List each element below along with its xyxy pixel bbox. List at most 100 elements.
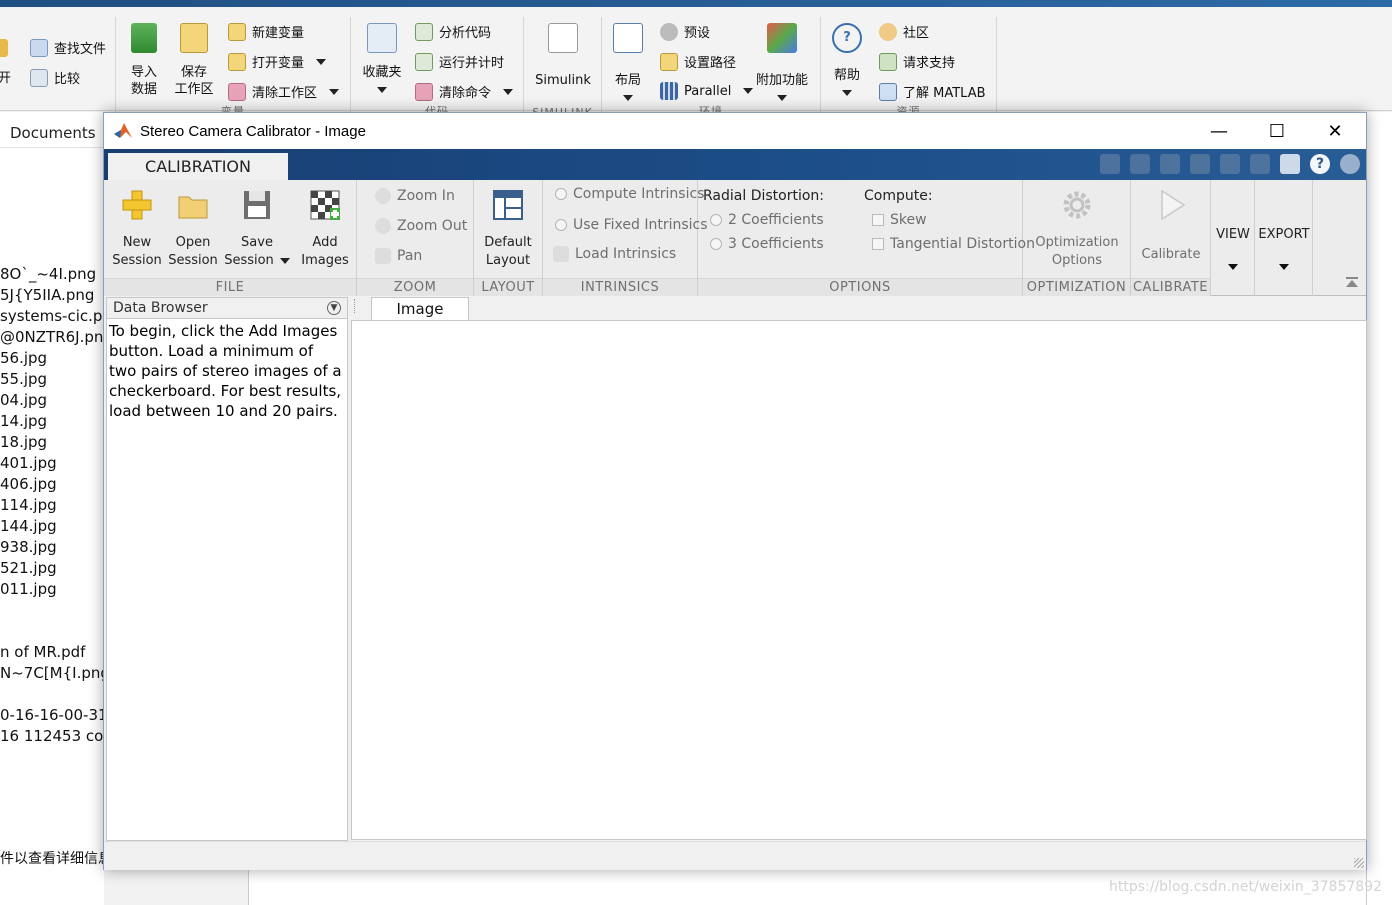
qa-expand-icon[interactable] xyxy=(1340,154,1360,174)
file-list-item[interactable]: 16 112453 co xyxy=(0,727,103,745)
community-button[interactable]: 社区 xyxy=(879,22,929,41)
analyze-code-button[interactable]: 分析代码 xyxy=(415,22,491,41)
request-support-button[interactable]: 请求支持 xyxy=(879,52,955,71)
file-list-item[interactable]: 521.jpg xyxy=(0,559,57,577)
folder-icon xyxy=(660,52,678,71)
qa-cut-icon[interactable] xyxy=(1130,154,1150,174)
addons-button[interactable]: 附加功能 xyxy=(752,23,812,106)
save-session-button[interactable]: Save Session xyxy=(222,188,292,270)
clear-workspace-label: 清除工作区 xyxy=(252,86,318,101)
matlab-logo-icon xyxy=(114,123,132,138)
file-list-item[interactable]: N~7C[M{I.png xyxy=(0,664,110,682)
clear-commands-label: 清除命令 xyxy=(439,86,492,101)
three-coefficients-option[interactable]: 3 Coefficients xyxy=(710,236,824,252)
qa-paste-icon[interactable] xyxy=(1190,154,1210,174)
compute-intrinsics-option[interactable]: Compute Intrinsics xyxy=(555,186,704,202)
file-list-item[interactable]: 114.jpg xyxy=(0,496,57,514)
folder-icon xyxy=(178,196,208,219)
export-button[interactable]: EXPORT xyxy=(1255,226,1313,276)
compare-button[interactable]: 比较 xyxy=(30,68,80,87)
use-fixed-intrinsics-option[interactable]: Use Fixed Intrinsics xyxy=(555,217,708,233)
qa-redo-icon[interactable] xyxy=(1250,154,1270,174)
qa-copy-icon[interactable] xyxy=(1160,154,1180,174)
file-list-item[interactable]: 0-16-16-00-31 xyxy=(0,706,108,724)
favorites-button[interactable]: 收藏夹 xyxy=(359,23,405,98)
title-bar[interactable]: Stereo Camera Calibrator - Image — ☐ ✕ xyxy=(104,113,1366,149)
view-button[interactable]: VIEW xyxy=(1211,226,1255,276)
file-list-item[interactable]: 406.jpg xyxy=(0,475,57,493)
new-session-label-2: Session xyxy=(112,253,162,268)
file-list-item[interactable]: n of MR.pdf xyxy=(0,643,85,661)
file-list-item[interactable]: 04.jpg xyxy=(0,391,47,409)
file-list-item[interactable]: 56.jpg xyxy=(0,349,47,367)
matlab-resources-group: ? 帮助 社区 请求支持 了解 MATLAB 资源 xyxy=(821,17,997,118)
set-path-button[interactable]: 设置路径 xyxy=(660,52,736,71)
file-list-item[interactable]: 401.jpg xyxy=(0,454,57,472)
pan-button[interactable]: Pan xyxy=(375,248,422,264)
clear-commands-button[interactable]: 清除命令 xyxy=(415,82,514,101)
matlab-open-button-partial[interactable] xyxy=(0,39,8,57)
file-list-item[interactable]: 14.jpg xyxy=(0,412,47,430)
compute-heading: Compute: xyxy=(864,188,933,204)
file-list-item[interactable]: 938.jpg xyxy=(0,538,57,556)
new-session-button[interactable]: New Session xyxy=(112,188,162,270)
tab-image[interactable]: Image xyxy=(371,297,469,321)
resize-grip-icon[interactable] xyxy=(1354,858,1364,868)
open-variable-button[interactable]: 打开变量 xyxy=(228,52,327,71)
load-intrinsics-button[interactable]: Load Intrinsics xyxy=(553,246,676,262)
minimize-button[interactable]: — xyxy=(1190,113,1248,149)
tangential-distortion-checkbox[interactable]: Tangential Distortion xyxy=(872,236,1035,252)
parallel-button[interactable]: Parallel xyxy=(660,82,754,100)
file-list-item[interactable]: 5J{Y5IIA.png xyxy=(0,286,94,304)
optimization-options-button[interactable]: Optimization Options xyxy=(1029,188,1125,270)
file-list-item[interactable]: 8O`_~4I.png xyxy=(0,265,96,283)
qa-help-icon[interactable]: ? xyxy=(1310,154,1330,174)
layout-button[interactable]: 布局 xyxy=(610,23,646,106)
collapse-toolstrip-icon[interactable] xyxy=(1346,277,1358,289)
qa-undo-icon[interactable] xyxy=(1220,154,1240,174)
parallel-label: Parallel xyxy=(684,83,732,99)
file-list-item[interactable]: 011.jpg xyxy=(0,580,57,598)
close-button[interactable]: ✕ xyxy=(1306,113,1364,149)
panel-menu-icon[interactable]: ▼ xyxy=(327,301,341,315)
clear-workspace-button[interactable]: 清除工作区 xyxy=(228,82,340,101)
data-browser-header: Data Browser ▼ xyxy=(107,298,347,319)
minimize-icon: — xyxy=(1210,120,1228,142)
file-list-item[interactable]: 18.jpg xyxy=(0,433,47,451)
open-variable-icon xyxy=(228,52,246,71)
pan-label: Pan xyxy=(397,248,423,264)
default-layout-button[interactable]: Default Layout xyxy=(480,188,536,270)
learn-matlab-button[interactable]: 了解 MATLAB xyxy=(879,82,986,101)
zoom-out-button[interactable]: Zoom Out xyxy=(375,218,467,234)
zoom-in-label: Zoom In xyxy=(397,188,455,204)
simulink-button[interactable]: Simulink xyxy=(534,23,592,89)
file-list-item[interactable]: systems-cic.pd xyxy=(0,307,112,325)
qa-window-icon[interactable] xyxy=(1280,154,1300,174)
status-bar xyxy=(104,841,1366,870)
calibrate-button[interactable]: Calibrate xyxy=(1137,188,1205,264)
file-list-item[interactable]: @0NZTR6J.png xyxy=(0,328,113,346)
checkbox-icon xyxy=(872,238,884,250)
find-files-button[interactable]: 查找文件 xyxy=(30,38,106,57)
two-coefficients-option[interactable]: 2 Coefficients xyxy=(710,212,824,228)
image-canvas[interactable] xyxy=(351,320,1367,840)
new-variable-button[interactable]: 新建变量 xyxy=(228,22,304,41)
add-images-button[interactable]: Add Images xyxy=(298,188,352,270)
file-list-item[interactable]: 144.jpg xyxy=(0,517,57,535)
run-and-time-button[interactable]: 运行并计时 xyxy=(415,52,504,71)
preferences-button[interactable]: 预设 xyxy=(660,22,710,41)
maximize-button[interactable]: ☐ xyxy=(1248,113,1306,149)
import-data-button[interactable]: 导入 数据 xyxy=(128,23,160,98)
new-variable-label: 新建变量 xyxy=(252,26,305,41)
qa-save-icon[interactable] xyxy=(1100,154,1120,174)
file-list-item[interactable]: 55.jpg xyxy=(0,370,47,388)
open-session-button[interactable]: Open Session xyxy=(168,188,218,270)
zoom-in-button[interactable]: Zoom In xyxy=(375,188,455,204)
panel-splitter[interactable] xyxy=(354,299,358,313)
save-workspace-button[interactable]: 保存 工作区 xyxy=(172,23,216,98)
open-label: 开 xyxy=(0,71,12,86)
chevron-down-icon xyxy=(329,88,340,95)
help-button[interactable]: ? 帮助 xyxy=(829,23,865,101)
tab-calibration[interactable]: CALIBRATION xyxy=(108,153,288,180)
skew-checkbox[interactable]: Skew xyxy=(872,212,927,228)
